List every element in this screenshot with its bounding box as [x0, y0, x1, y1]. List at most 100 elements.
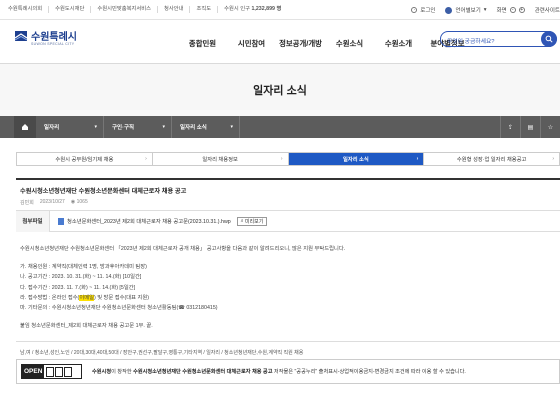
bookmark-icon[interactable]: ☆	[540, 116, 560, 138]
search-placeholder: 무엇이 궁금하세요?	[447, 39, 495, 45]
tab-label: 수원시 공무원/임기제 채용	[55, 157, 114, 163]
article-item: 나. 공고기간 : 2023. 10. 31.(화) ~ 11. 14.(화) …	[20, 274, 142, 281]
gnb-item[interactable]: 정보공개/개방	[276, 38, 325, 49]
zoom-label: 화면	[496, 8, 507, 14]
chevron-down-icon: ▾	[483, 7, 487, 13]
zoom-in-icon[interactable]: +	[518, 7, 525, 13]
article-attachment-note: 붙임 청소년문화센터_제2회 대체근로자 채용 공고문 1부. 끝.	[20, 323, 153, 330]
language-label: 언어별보기	[455, 8, 481, 14]
language-selector[interactable]: 언어별보기 ▾	[445, 6, 487, 14]
preview-label: 미리보기	[244, 218, 264, 225]
tab-label: 수원형 성장·업 일자리 채용공고	[456, 157, 527, 163]
user-icon: ·	[411, 7, 418, 13]
tab-job-info[interactable]: 일자리 채용정보 ›	[153, 153, 289, 165]
item-text: 라. 접수방법 : 온라인 접수(	[20, 294, 80, 301]
population-display: 수원시 인구 1,232,899 명	[217, 6, 287, 13]
page-tools: ⇪ ▤ ☆	[500, 116, 560, 138]
site-logo[interactable]: 수원특례시 SUWON SPECIAL CITY	[14, 28, 77, 46]
breadcrumb-label: 일자리 소식	[180, 125, 207, 131]
license-text-part: 이 창작한	[111, 369, 134, 375]
article-item: 다. 접수기간 : 2023. 11. 7.(화) ~ 11. 14.(화) […	[20, 284, 136, 291]
license-text-part: 저작물은 "공공누리" 출처표시-상업적이용금지-변경금지 조건에 따라 이용 …	[272, 369, 466, 375]
tab-growth-jobs[interactable]: 수원형 성장·업 일자리 채용공고 ›	[424, 153, 560, 165]
chevron-right-icon: ›	[145, 156, 147, 162]
breadcrumb-item[interactable]: 구인·구직 ▾	[104, 116, 172, 138]
share-icon[interactable]: ⇪	[500, 116, 520, 138]
chevron-down-icon: ▾	[230, 124, 233, 130]
article-author: 김민희	[20, 200, 34, 206]
article-views: ◉ 1065	[71, 199, 88, 206]
gnb-item[interactable]: 시민참여	[227, 38, 276, 49]
search-icon: ⌕	[240, 218, 244, 224]
utility-link[interactable]: 조직도	[189, 6, 217, 13]
gnb-item[interactable]: 수원소개	[374, 38, 423, 49]
highlighted-text: 이메일	[79, 294, 94, 301]
logo-subtext: SUWON SPECIAL CITY	[31, 42, 75, 46]
article-title: 수원시청소년청년재단 수원청소년문화센터 대체근로자 채용 공고	[20, 188, 187, 195]
breadcrumb-label: 일자리	[44, 125, 60, 131]
gnb-item[interactable]: 종합민원	[178, 38, 227, 49]
utility-link[interactable]: 청사안내	[156, 6, 190, 13]
tab-job-news[interactable]: 일자리 소식 ›	[288, 153, 425, 165]
article-meta: 김민희 2023/10/27 ◉ 1065	[20, 199, 554, 206]
article-item: 가. 채용인원 : 계약직(대체인력 1명, 방과후아카데미 팀장)	[20, 264, 147, 271]
home-icon	[22, 124, 28, 130]
attachment-file-link[interactable]: 청소년문화센터_2023년 제2회 대체근로자 채용 공고문(2023.10.3…	[58, 217, 231, 225]
article-body: 수원시청소년청년재단 수원청소년문화센터 「2023년 제2회 대체근로자 공개…	[16, 232, 560, 331]
attachment-label: 첨부파일	[16, 210, 50, 232]
file-icon	[58, 217, 64, 225]
gnb-item[interactable]: 수원소식	[325, 38, 374, 49]
page-banner: 일자리 소식	[0, 64, 560, 116]
article-item: 라. 접수방법 : 온라인 접수(이메일) 및 방문 접수(대표 지원)	[20, 293, 556, 303]
license-owner: 수원시청	[92, 369, 112, 375]
main-navigation: 종합민원 시민참여 정보공개/개방 수원소식 수원소개 분야별정보	[178, 38, 472, 49]
kogl-badge: OPEN	[21, 364, 82, 379]
breadcrumb: 일자리 ▾ 구인·구직 ▾ 일자리 소식 ▾ ⇪ ▤ ☆	[0, 116, 560, 138]
logo-mark-icon	[14, 30, 28, 41]
item-text: ) 및 방문 접수(대표 지원)	[93, 294, 149, 301]
search-icon	[545, 35, 553, 43]
chevron-right-icon: ›	[416, 156, 419, 162]
preview-button[interactable]: ⌕ 미리보기	[236, 216, 268, 226]
login-link[interactable]: · 로그인	[411, 6, 435, 14]
license-work-title: 수원시청소년청년재단 수원청소년문화센터 대체근로자 채용 공고	[133, 369, 273, 375]
login-label: 로그인	[420, 8, 436, 14]
tab-public-servant[interactable]: 수원시 공무원/임기제 채용 ›	[17, 153, 153, 165]
chevron-right-icon: ›	[552, 156, 554, 162]
utility-link[interactable]: 수원도시재단	[48, 6, 90, 13]
license-text: 수원시청이 창작한 수원시청소년청년재단 수원청소년문화센터 대체근로자 채용 …	[92, 368, 466, 375]
page-title: 일자리 소식	[253, 85, 307, 97]
population-value: 1,232,899 명	[251, 6, 282, 12]
home-button[interactable]	[14, 116, 36, 138]
logo-text: 수원특례시	[31, 32, 77, 43]
population-label: 수원시 인구	[224, 6, 250, 12]
utility-links: 수원특례시의회 수원도시재단 수원시민맞춤복지서비스 청사안내 조직도 수원시 …	[6, 6, 287, 13]
zoom-out-icon[interactable]: -	[509, 7, 516, 13]
print-icon[interactable]: ▤	[520, 116, 540, 138]
search-button[interactable]	[541, 31, 557, 47]
attachment-row: 첨부파일 청소년문화센터_2023년 제2회 대체근로자 채용 공고문(2023…	[16, 210, 560, 232]
article: 수원시청소년청년재단 수원청소년문화센터 대체근로자 채용 공고 김민희 202…	[16, 178, 560, 356]
breadcrumb-item[interactable]: 일자리 소식 ▾	[172, 116, 240, 138]
tab-label: 일자리 소식	[342, 157, 369, 163]
utility-link[interactable]: 수원특례시의회	[6, 6, 48, 13]
kogl-open-label: OPEN	[22, 365, 45, 378]
chevron-right-icon: ›	[280, 156, 283, 162]
kogl-type-icons	[46, 366, 73, 377]
sub-tabs: 수원시 공무원/임기제 채용 › 일자리 채용정보 › 일자리 소식 › 수원형 성장…	[16, 152, 560, 166]
search-box[interactable]: 무엇이 궁금하세요?	[440, 31, 557, 47]
attachment-file-name: 청소년문화센터_2023년 제2회 대체근로자 채용 공고문(2023.10.3…	[67, 219, 231, 225]
article-item: 마. 기타문의 : 수원시청소년청년재단 수원청소년문화센터 청소년활동팀(☎ …	[20, 305, 218, 312]
eye-icon: ◉	[70, 199, 76, 205]
breadcrumb-item[interactable]: 일자리 ▾	[36, 116, 104, 138]
related-sites[interactable]: 관련사이트	[535, 6, 560, 14]
license-box: OPEN 수원시청이 창작한 수원시청소년청년재단 수원청소년문화센터 대체근로…	[16, 359, 560, 384]
article-header: 수원시청소년청년재단 수원청소년문화센터 대체근로자 채용 공고 김민희 202…	[16, 178, 560, 211]
chevron-down-icon: ▾	[162, 124, 165, 130]
article-date: 2023/10/27	[39, 199, 65, 205]
site-header: 수원특례시 SUWON SPECIAL CITY 종합민원 시민참여 정보공개/…	[0, 20, 560, 64]
top-utility-bar: 수원특례시의회 수원도시재단 수원시민맞춤복지서비스 청사안내 조직도 수원시 …	[0, 0, 560, 20]
article-tags: 남,여 / 청소년,성인,노인 / 20대,30대,40대,50대 / 장안구,…	[16, 341, 560, 356]
utility-link[interactable]: 수원시민맞춤복지서비스	[90, 6, 157, 13]
views-count: 1065	[76, 199, 88, 205]
